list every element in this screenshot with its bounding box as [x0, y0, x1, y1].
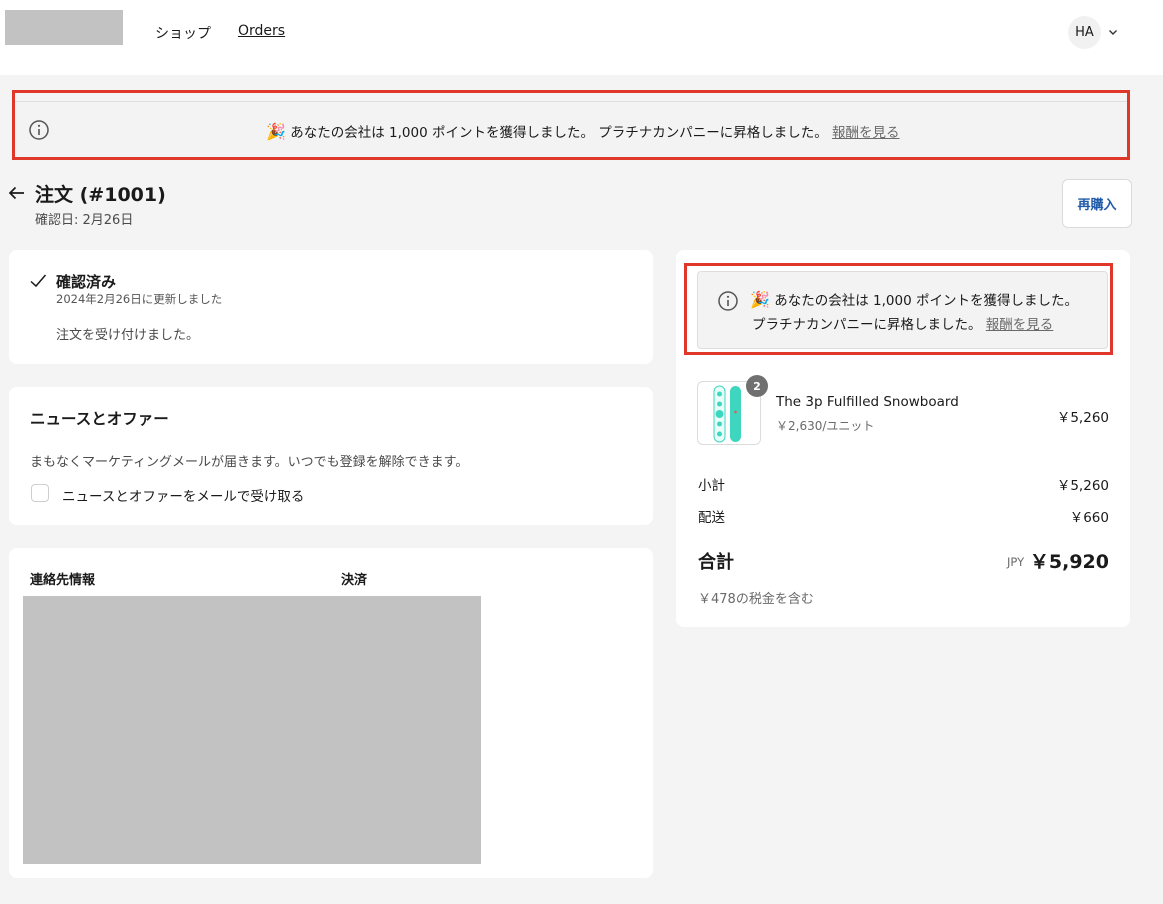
avatar[interactable]: HA [1068, 16, 1101, 49]
nav-orders-link[interactable]: Orders [238, 23, 285, 39]
contact-payment-card: 連絡先情報 決済 [9, 548, 653, 878]
page-title: 注文 (#1001) [35, 184, 166, 206]
product-unit-price: ￥2,630/ユニット [776, 419, 875, 433]
back-arrow-icon[interactable] [7, 183, 27, 203]
top-header: ショップ Orders HA [0, 0, 1163, 75]
contact-info-label: 連絡先情報 [30, 573, 96, 588]
status-title: 確認済み [56, 273, 117, 291]
order-status-card: 確認済み 2024年2月26日に更新しました 注文を受け付けました。 [9, 250, 653, 364]
shipping-value: ￥660 [1069, 510, 1109, 526]
subtotal-label: 小計 [698, 478, 725, 494]
news-title: ニュースとオファー [30, 410, 169, 428]
total-label: 合計 [698, 552, 734, 573]
highlight-outline [684, 263, 1113, 355]
product-line-price: ￥5,260 [1056, 410, 1109, 426]
status-message: 注文を受け付けました。 [56, 328, 200, 343]
total-value: ￥5,920 [1029, 551, 1109, 573]
status-updated: 2024年2月26日に更新しました [56, 292, 223, 306]
news-opt-in-checkbox[interactable] [31, 484, 49, 502]
nav-shop-link[interactable]: ショップ [155, 23, 211, 43]
rebuy-button[interactable]: 再購入 [1062, 179, 1132, 228]
product-name: The 3p Fulfilled Snowboard [776, 394, 959, 410]
shipping-label: 配送 [698, 510, 725, 526]
news-description: まもなくマーケティングメールが届きます。いつでも登録を解除できます。 [30, 455, 469, 470]
redacted-details [23, 596, 481, 864]
chevron-down-icon[interactable] [1107, 26, 1119, 38]
quantity-badge: 2 [746, 375, 768, 397]
tax-note: ￥478の税金を含む [698, 592, 814, 607]
check-icon [30, 274, 47, 288]
total-currency: JPY [1007, 555, 1025, 569]
store-logo[interactable] [5, 10, 123, 45]
confirmed-date: 確認日: 2月26日 [35, 213, 134, 228]
highlight-outline [12, 90, 1130, 160]
news-opt-in-label[interactable]: ニュースとオファーをメールで受け取る [62, 485, 304, 505]
subtotal-value: ￥5,260 [1056, 478, 1109, 494]
news-offers-card: ニュースとオファー まもなくマーケティングメールが届きます。いつでも登録を解除で… [9, 387, 653, 525]
payment-label: 決済 [341, 573, 368, 588]
